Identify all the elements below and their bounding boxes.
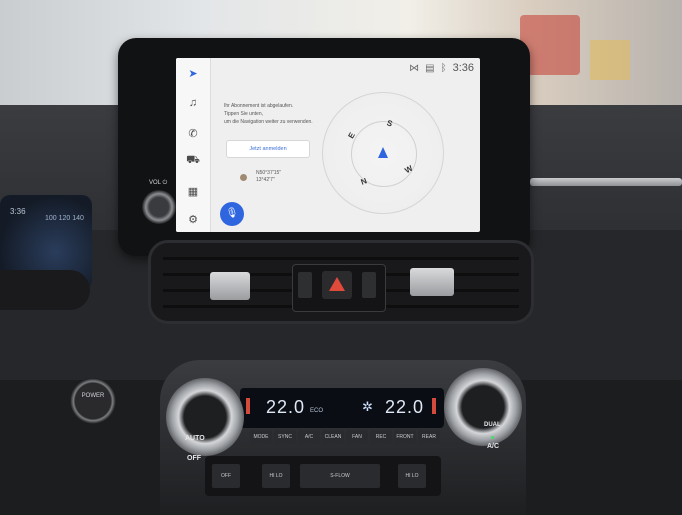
power-button[interactable] xyxy=(70,378,116,424)
climate-button[interactable]: A/C xyxy=(298,430,320,444)
outside-yellow-sign xyxy=(590,40,630,80)
location-pin-icon xyxy=(240,174,247,181)
temp-indicator-left xyxy=(246,398,250,414)
climate-button[interactable]: CLEAN xyxy=(322,430,344,444)
temp-left: 22.0 xyxy=(266,397,306,417)
infotainment-screen: ➤ ♫ ✆ ⛟ ▦ ⚙ ⋈ ▤ ᛒ 3:36 Ihr Abonnement is… xyxy=(176,58,480,232)
vent-handle-right[interactable] xyxy=(410,268,454,296)
message-line: um die Navigation weiter zu verwenden. xyxy=(224,119,313,125)
temp-indicator-right xyxy=(432,398,436,414)
climate-button[interactable]: MODE xyxy=(250,430,272,444)
climate-button[interactable]: REC xyxy=(370,430,392,444)
gear-icon[interactable]: ⚙ xyxy=(184,210,202,228)
dual-button[interactable]: DUAL xyxy=(484,422,501,428)
s-flow-button[interactable]: S-FLOW xyxy=(300,464,380,488)
compass: S E W N xyxy=(322,92,444,214)
login-button[interactable]: Jetzt anmelden xyxy=(226,140,310,158)
fan-icon: ✲ xyxy=(362,399,373,414)
vent-toggle-left[interactable] xyxy=(298,272,312,298)
signal-icon: ⋈ xyxy=(409,62,420,74)
coordinates: N50°37'15" 13°42'7" xyxy=(256,170,281,184)
cluster-speed-scale: 100 120 140 xyxy=(45,215,84,222)
seat-heat-off-button[interactable]: OFF xyxy=(212,464,240,488)
seat-heat-left-button[interactable]: HI LO xyxy=(262,464,290,488)
microphone-icon[interactable]: 🎙 xyxy=(220,202,244,226)
message-line: Ihr Abonnement ist abgelaufen. xyxy=(224,103,294,109)
car-icon[interactable]: ⛟ xyxy=(184,152,202,170)
dashboard-trim xyxy=(530,178,682,186)
climate-button[interactable]: FAN xyxy=(346,430,368,444)
temperature-knob-left[interactable] xyxy=(166,378,244,456)
latitude: N50°37'15" xyxy=(256,170,282,176)
climate-button[interactable]: FRONT xyxy=(394,430,416,444)
message-line: Tippen Sie unten, xyxy=(224,111,264,117)
longitude: 13°42'7" xyxy=(256,177,275,183)
temperature-knob-right[interactable] xyxy=(444,368,522,446)
navigation-arrow-icon[interactable]: ➤ xyxy=(184,64,202,82)
temp-right: 22.0 xyxy=(385,397,425,417)
cluster-time: 3:36 xyxy=(10,207,26,216)
vent-toggle-right[interactable] xyxy=(362,272,376,298)
climate-button[interactable]: REAR xyxy=(418,430,440,444)
ac-button[interactable]: A/C xyxy=(487,443,499,450)
position-arrow-icon xyxy=(378,147,388,158)
subscription-message: Ihr Abonnement ist abgelaufen. Tippen Si… xyxy=(224,102,324,126)
steering-stalk[interactable] xyxy=(0,270,90,310)
eco-label: ECO xyxy=(310,408,324,414)
vent-handle-left[interactable] xyxy=(210,272,250,300)
off-button[interactable]: OFF xyxy=(187,455,201,462)
status-bar: ⋈ ▤ ᛒ 3:36 xyxy=(409,62,474,74)
sidebar: ➤ ♫ ✆ ⛟ ▦ ⚙ xyxy=(176,58,211,232)
grid-icon[interactable]: ▦ xyxy=(184,182,202,200)
volume-knob[interactable] xyxy=(142,190,176,224)
music-note-icon[interactable]: ♫ xyxy=(184,94,202,112)
wifi-icon: ▤ xyxy=(425,62,435,74)
power-button-label: POWER xyxy=(81,393,105,399)
phone-icon[interactable]: ✆ xyxy=(184,124,202,142)
auto-button[interactable]: AUTO xyxy=(185,435,205,442)
hazard-triangle-icon xyxy=(329,277,345,291)
ac-indicator-led xyxy=(491,436,494,439)
climate-button[interactable]: SYNC xyxy=(274,430,296,444)
status-time: 3:36 xyxy=(452,62,474,74)
bluetooth-icon: ᛒ xyxy=(440,62,447,74)
seat-heat-right-button[interactable]: HI LO xyxy=(398,464,426,488)
volume-label: VOL ⏻ xyxy=(149,180,168,186)
